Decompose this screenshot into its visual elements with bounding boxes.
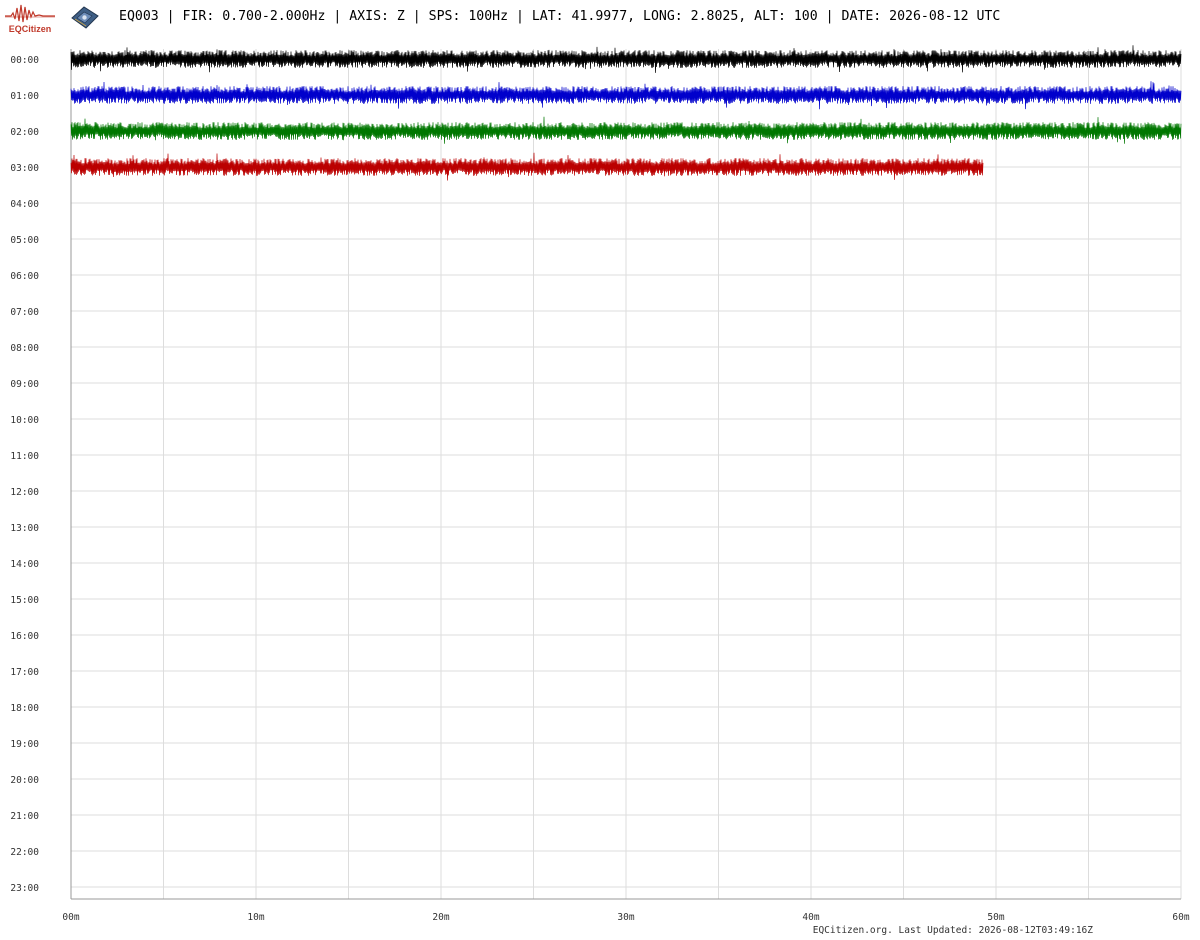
hour-tick-label: 17:00 [10, 667, 39, 678]
minute-tick-label: 30m [617, 912, 634, 923]
hour-tick-label: 04:00 [10, 199, 39, 210]
hour-tick-label: 20:00 [10, 775, 39, 786]
hour-tick-label: 01:00 [10, 91, 39, 102]
minute-tick-label: 20m [432, 912, 449, 923]
hour-tick-label: 16:00 [10, 631, 39, 642]
hour-tick-label: 14:00 [10, 559, 39, 570]
minute-tick-label: 40m [802, 912, 819, 923]
hour-tick-label: 08:00 [10, 343, 39, 354]
axis-labels: 00:00 01:00 02:00 03:00 04:00 05:00 06:00 07:00… [10, 55, 1189, 923]
hour-tick-label: 02:00 [10, 127, 39, 138]
hour-tick-label: 18:00 [10, 703, 39, 714]
helicorder-plot: 00:00 01:00 02:00 03:00 04:00 05:00 06:00 07:00… [10, 45, 1190, 923]
hour-tick-label: 00:00 [10, 55, 39, 66]
hour-tick-label: 10:00 [10, 415, 39, 426]
hour-tick-label: 15:00 [10, 595, 39, 606]
hour-tick-label: 13:00 [10, 523, 39, 534]
minute-tick-label: 60m [1172, 912, 1189, 923]
minute-tick-label: 50m [987, 912, 1004, 923]
hour-tick-label: 22:00 [10, 847, 39, 858]
hour-tick-label: 19:00 [10, 739, 39, 750]
hour-tick-label: 21:00 [10, 811, 39, 822]
hour-tick-label: 09:00 [10, 379, 39, 390]
last-updated-footer: EQCitizen.org. Last Updated: 2026-08-12T… [812, 925, 1093, 936]
minute-tick-label: 10m [247, 912, 264, 923]
hour-tick-label: 23:00 [10, 883, 39, 894]
trace-0300 [70, 152, 984, 181]
hour-tick-label: 12:00 [10, 487, 39, 498]
hour-tick-label: 05:00 [10, 235, 39, 246]
hour-tick-label: 07:00 [10, 307, 39, 318]
minute-tick-label: 00m [62, 912, 79, 923]
hour-tick-label: 03:00 [10, 163, 39, 174]
grid [70, 49, 1182, 900]
hour-tick-label: 06:00 [10, 271, 39, 282]
hour-tick-label: 11:00 [10, 451, 39, 462]
